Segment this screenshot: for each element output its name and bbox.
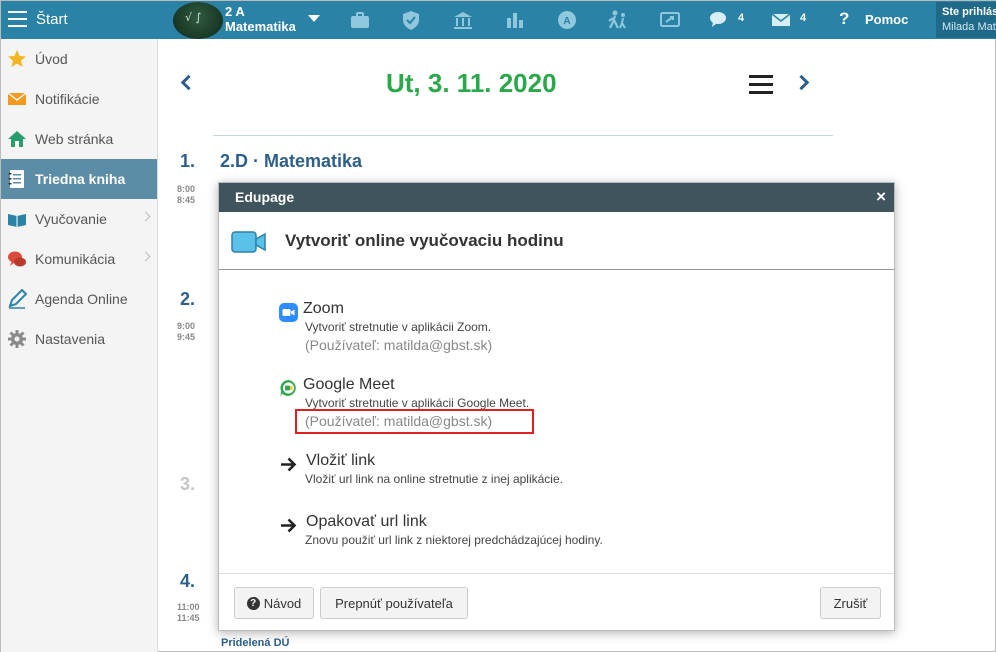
- help-button-label: Návod: [263, 595, 302, 611]
- help-link[interactable]: Pomoc: [865, 12, 908, 27]
- zoom-icon: [279, 303, 298, 322]
- chevron-right-icon: [140, 251, 151, 262]
- sidebar-item-komunikacia[interactable]: Komunikácia: [1, 239, 157, 279]
- lesson-number: 4.: [180, 571, 196, 591]
- option-title: Vložiť link: [306, 452, 376, 469]
- option-description: Vytvoriť stretnutie v aplikácii Zoom.: [305, 320, 492, 334]
- lesson-start: 9:00: [177, 321, 196, 331]
- help-button[interactable]: ? Návod: [234, 587, 314, 619]
- option-title: Zoom: [303, 300, 344, 317]
- lesson-time: 9:00 9:45: [177, 321, 195, 343]
- lesson-title[interactable]: 2.D · Matematika: [220, 151, 362, 172]
- sidebar-item-label: Úvod: [35, 51, 68, 67]
- mail-icon[interactable]: [770, 9, 792, 31]
- cancel-button[interactable]: Zrušiť: [820, 587, 881, 619]
- star-icon: [6, 48, 28, 70]
- sidebar-item-label: Vyučovanie: [35, 211, 107, 227]
- question-icon: ?: [246, 596, 260, 610]
- bank-icon[interactable]: [452, 9, 474, 31]
- hamburger-menu-icon[interactable]: [8, 11, 27, 27]
- option-description: Znovu použiť url link z niektorej predch…: [305, 533, 603, 547]
- option-user: (Používateľ: matilda@gbst.sk): [305, 337, 493, 353]
- sidebar: Úvod Notifikácie Web stránka Triedna kni…: [1, 39, 158, 652]
- video-camera-icon: [231, 231, 266, 253]
- arrow-right-icon: [281, 457, 297, 472]
- option-description: Vytvoriť stretnutie v aplikácii Google M…: [305, 396, 530, 410]
- screen-share-icon[interactable]: [659, 9, 681, 31]
- sidebar-item-vyucovanie[interactable]: Vyučovanie: [1, 199, 157, 239]
- lesson-end: 9:45: [177, 332, 196, 342]
- grade-icon[interactable]: A: [556, 9, 578, 31]
- briefcase-icon[interactable]: [349, 9, 371, 31]
- top-bar: Štart 2 A Matematika A 4 4 ? Pomoc Ste p…: [1, 1, 996, 39]
- attendance-icon[interactable]: [607, 9, 629, 31]
- subject-title: Matematika: [225, 19, 296, 34]
- lesson-end: 11:45: [177, 613, 200, 623]
- option-title: Google Meet: [303, 376, 395, 393]
- chevron-right-icon: [140, 211, 151, 222]
- notebook-icon: [6, 168, 28, 190]
- shield-icon[interactable]: [400, 9, 422, 31]
- pen-icon: [6, 288, 28, 310]
- list-menu-icon[interactable]: [749, 75, 773, 94]
- chat-bubbles-icon: [6, 248, 28, 270]
- user-status-label: Ste prihlásený ako: [942, 6, 996, 18]
- chat-icon[interactable]: [708, 9, 730, 31]
- sidebar-item-label: Notifikácie: [35, 91, 100, 107]
- sidebar-item-label: Nastavenia: [35, 331, 106, 347]
- mail-count-badge: 4: [800, 12, 807, 24]
- dialog-title: Vytvoriť online vyučovaciu hodinu: [285, 231, 564, 250]
- chat-count-badge: 4: [738, 12, 745, 24]
- previous-day-button[interactable]: [180, 74, 197, 91]
- option-title: Opakovať url link: [306, 513, 427, 530]
- dialog-subheader: Vytvoriť online vyučovaciu hodinu: [219, 212, 894, 270]
- close-icon[interactable]: ×: [876, 187, 886, 207]
- sidebar-item-label: Agenda Online: [35, 291, 128, 307]
- arrow-right-icon: [281, 518, 297, 533]
- sidebar-item-agenda-online[interactable]: Agenda Online: [1, 279, 157, 319]
- lesson-start: 11:00: [177, 602, 200, 612]
- switch-user-button[interactable]: Prepnúť používateľa: [320, 587, 468, 619]
- caret-down-icon[interactable]: [308, 15, 320, 22]
- option-description: Vložiť url link na online stretnutie z i…: [305, 472, 563, 486]
- lesson-end: 8:45: [177, 195, 196, 205]
- sidebar-item-label: Triedna kniha: [35, 171, 126, 187]
- homework-label[interactable]: Pridelená DÚ: [221, 637, 289, 649]
- subject-selector[interactable]: 2 A Matematika: [225, 4, 296, 34]
- help-icon[interactable]: ?: [839, 9, 849, 29]
- online-lesson-dialog: Edupage × Vytvoriť online vyučovaciu hod…: [218, 182, 895, 631]
- lesson-number: 3.: [180, 474, 196, 494]
- lesson-start: 8:00: [177, 184, 196, 194]
- highlight-box: [295, 409, 534, 434]
- book-icon: [6, 208, 28, 230]
- dialog-footer: ? Návod Prepnúť používateľa Zrušiť: [219, 573, 894, 630]
- sidebar-item-label: Web stránka: [35, 131, 114, 147]
- house-icon: [6, 128, 28, 150]
- google-meet-icon: [280, 379, 296, 397]
- sidebar-item-web-stranka[interactable]: Web stránka: [1, 119, 157, 159]
- next-day-button[interactable]: [793, 74, 810, 91]
- sidebar-item-nastavenia[interactable]: Nastavenia: [1, 319, 157, 359]
- dialog-header: Edupage ×: [219, 183, 894, 212]
- subject-class: 2 A: [225, 4, 245, 19]
- bar-chart-icon[interactable]: [504, 9, 526, 31]
- lesson-time: 8:00 8:45: [177, 184, 195, 206]
- divider: [213, 135, 833, 136]
- envelope-icon: [6, 88, 28, 110]
- lesson-number: 1.: [180, 151, 196, 171]
- user-name: Milada Matildová: [942, 21, 996, 33]
- user-box[interactable]: Ste prihlásený ako Milada Matildová: [936, 2, 996, 38]
- lesson-time: 11:00 11:45: [177, 602, 200, 624]
- lesson-number: 2.: [180, 289, 196, 309]
- date-title: Ut, 3. 11. 2020: [386, 68, 557, 98]
- gear-icon: [6, 328, 28, 350]
- subject-avatar[interactable]: [173, 2, 223, 39]
- sidebar-item-label: Komunikácia: [35, 251, 116, 267]
- dialog-header-title: Edupage: [235, 189, 295, 205]
- sidebar-item-notifikacie[interactable]: Notifikácie: [1, 79, 157, 119]
- start-link[interactable]: Štart: [36, 11, 68, 28]
- svg-text:A: A: [563, 16, 570, 27]
- sidebar-item-uvod[interactable]: Úvod: [1, 39, 157, 79]
- sidebar-item-triedna-kniha[interactable]: Triedna kniha: [1, 159, 157, 199]
